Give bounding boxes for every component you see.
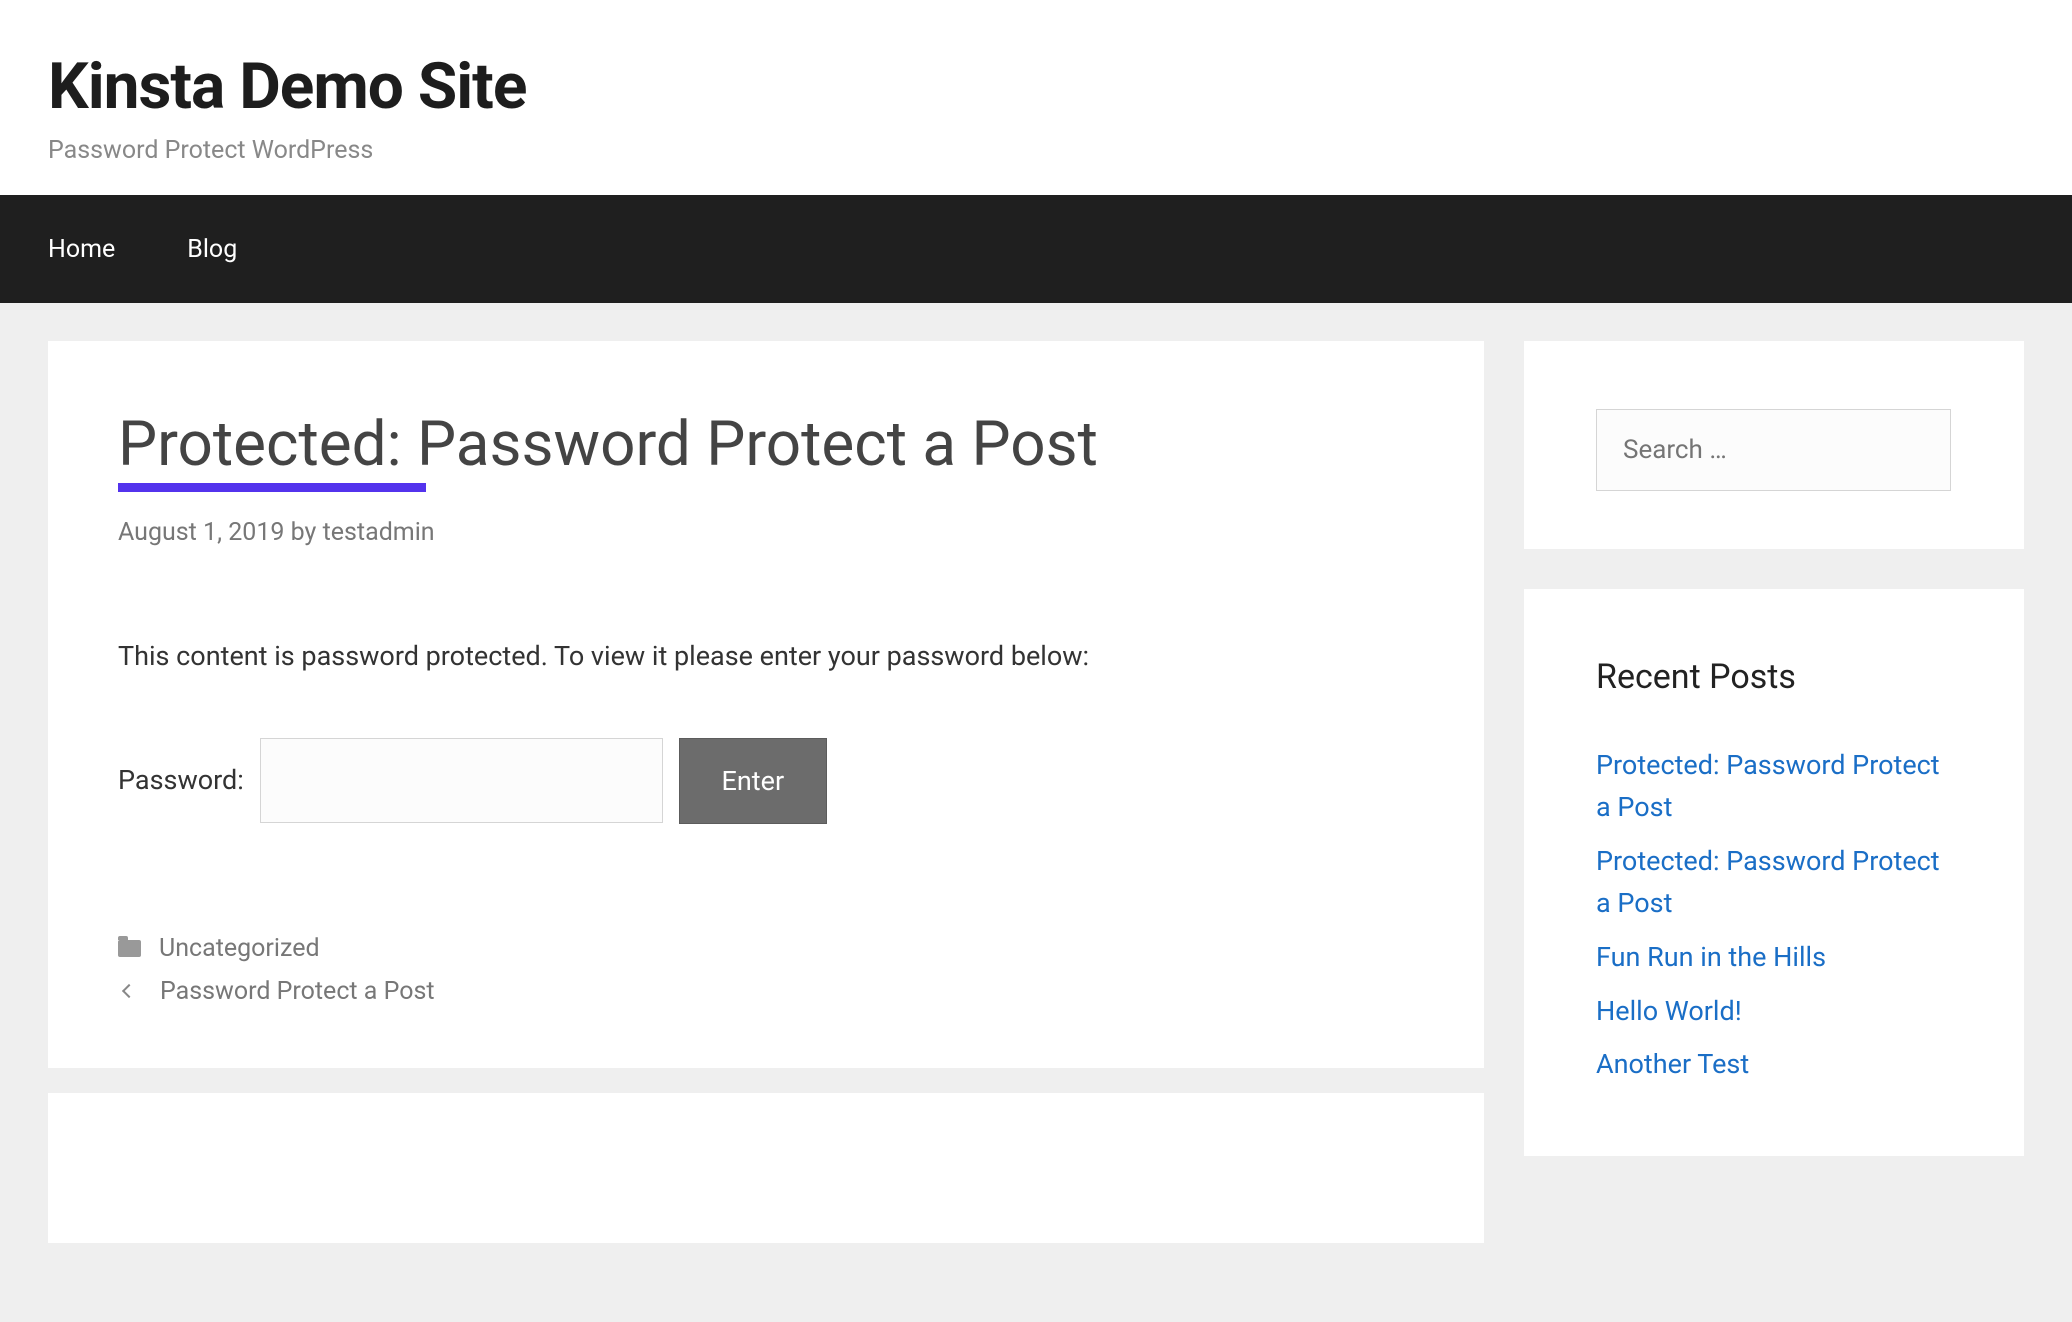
nav-item-blog[interactable]: Blog <box>187 235 237 264</box>
secondary-card <box>48 1093 1484 1243</box>
recent-post-link[interactable]: Another Test <box>1596 1048 1749 1080</box>
recent-post-link[interactable]: Protected: Password Protect a Post <box>1596 749 1940 823</box>
list-item: Protected: Password Protect a Post <box>1596 745 1952 829</box>
post-content: This content is password protected. To v… <box>118 635 1414 824</box>
recent-posts-widget: Recent Posts Protected: Password Protect… <box>1524 589 2024 1156</box>
site-title[interactable]: Kinsta Demo Site <box>48 52 2024 122</box>
category-row: Uncategorized <box>118 934 1414 963</box>
recent-post-link[interactable]: Fun Run in the Hills <box>1596 941 1826 973</box>
title-underline <box>118 483 426 492</box>
search-input[interactable] <box>1596 409 1951 491</box>
post-by-label: by <box>291 518 317 547</box>
list-item: Another Test <box>1596 1044 1952 1086</box>
password-label: Password: <box>118 759 244 802</box>
prev-post-row[interactable]: Password Protect a Post <box>118 977 1414 1006</box>
post-title: Protected: Password Protect a Post <box>118 409 1414 480</box>
search-widget <box>1524 341 2024 549</box>
protected-message: This content is password protected. To v… <box>118 635 1414 678</box>
password-input[interactable] <box>260 738 663 823</box>
list-item: Hello World! <box>1596 991 1952 1033</box>
nav-item-home[interactable]: Home <box>48 235 115 264</box>
recent-posts-list: Protected: Password Protect a Post Prote… <box>1596 745 1952 1086</box>
enter-button[interactable]: Enter <box>679 738 827 824</box>
post-footer: Uncategorized Password Protect a Post <box>118 934 1414 1006</box>
list-item: Fun Run in the Hills <box>1596 937 1952 979</box>
site-content: Protected: Password Protect a Post Augus… <box>0 303 2072 1272</box>
post-article: Protected: Password Protect a Post Augus… <box>48 341 1484 1067</box>
folder-icon <box>118 940 141 957</box>
post-date: August 1, 2019 <box>118 518 284 547</box>
chevron-left-icon <box>122 984 136 998</box>
content-area: Protected: Password Protect a Post Augus… <box>48 341 1484 1242</box>
sidebar: Recent Posts Protected: Password Protect… <box>1524 341 2024 1242</box>
recent-posts-title: Recent Posts <box>1596 657 1952 697</box>
post-author: testadmin <box>323 518 435 547</box>
site-header: Kinsta Demo Site Password Protect WordPr… <box>0 0 2072 195</box>
list-item: Protected: Password Protect a Post <box>1596 841 1952 925</box>
prev-post-link: Password Protect a Post <box>160 977 435 1006</box>
site-tagline: Password Protect WordPress <box>48 136 2024 165</box>
main-nav: Home Blog <box>0 195 2072 303</box>
post-meta: August 1, 2019 by testadmin <box>118 518 1414 547</box>
recent-post-link[interactable]: Protected: Password Protect a Post <box>1596 845 1940 919</box>
password-form: Password: Enter <box>118 738 1414 824</box>
post-category[interactable]: Uncategorized <box>159 934 320 963</box>
recent-post-link[interactable]: Hello World! <box>1596 995 1742 1027</box>
